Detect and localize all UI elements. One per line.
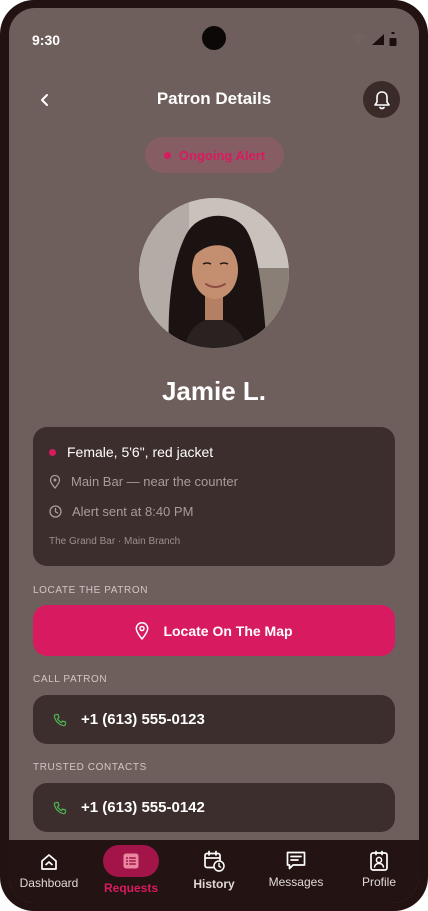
list-icon xyxy=(123,853,139,869)
nav-label-requests: Requests xyxy=(103,881,159,895)
status-icons xyxy=(351,32,397,46)
patron-name: Jamie L. xyxy=(161,376,267,406)
patron-phone: +1 (613) 555-0123 xyxy=(81,711,205,728)
alert-time: Alert sent at 8:40 PM xyxy=(72,504,194,519)
clock-icon xyxy=(49,505,62,518)
locate-button-label: Locate On The Map xyxy=(163,622,293,639)
alert-time-row: Alert sent at 8:40 PM xyxy=(49,504,193,519)
wifi-icon xyxy=(351,33,367,45)
nav-item-messages[interactable]: Messages xyxy=(263,849,329,889)
alert-status-label: Ongoing Alert xyxy=(178,147,266,163)
patron-location: Main Bar — near the counter xyxy=(71,474,238,489)
nav-item-requests[interactable]: Requests xyxy=(103,845,159,895)
signal-icon xyxy=(372,34,384,45)
phone-icon xyxy=(53,801,67,814)
nav-item-profile[interactable]: Profile xyxy=(353,849,405,889)
patron-avatar xyxy=(139,198,289,348)
calendar-clock-icon xyxy=(203,849,225,873)
battery-icon xyxy=(389,32,397,46)
bell-icon xyxy=(373,90,390,109)
alert-dot xyxy=(163,151,171,159)
locate-section-label: LOCATE THE PATRON xyxy=(33,585,149,596)
camera-cutout xyxy=(202,26,226,50)
status-time: 9:30 xyxy=(32,32,61,48)
trusted-section-label: TRUSTED CONTACTS xyxy=(33,762,147,773)
profile-card-icon xyxy=(368,849,390,873)
device-frame: 9:30 Patron Details Ongoing Alert Jamie … xyxy=(0,0,428,911)
location-row: Main Bar — near the counter xyxy=(49,474,238,489)
description-row: Female, 5'6", red jacket xyxy=(49,444,213,460)
nav-item-dashboard[interactable]: Dashboard xyxy=(17,850,81,890)
patron-description: Female, 5'6", red jacket xyxy=(67,444,214,460)
venue-label: The Grand Bar · Main Branch xyxy=(49,536,181,547)
patron-info-card: Female, 5'6", red jacket Main Bar — near… xyxy=(33,427,395,566)
nav-label-profile: Profile xyxy=(361,875,396,889)
app-screen: 9:30 Patron Details Ongoing Alert Jamie … xyxy=(9,8,419,903)
phone-icon xyxy=(53,713,67,726)
trusted-contact-phone: +1 (613) 555-0142 xyxy=(81,799,205,816)
alert-status-badge: Ongoing Alert xyxy=(145,137,284,173)
home-icon xyxy=(40,850,58,874)
locate-on-map-button[interactable]: Locate On The Map xyxy=(33,605,395,656)
description-dot xyxy=(49,448,56,456)
chat-icon xyxy=(285,849,307,873)
map-pin-icon xyxy=(135,621,149,640)
nav-label-dashboard: Dashboard xyxy=(19,876,79,890)
nav-active-indicator xyxy=(103,845,159,877)
notifications-button[interactable] xyxy=(363,81,400,118)
nav-label-messages: Messages xyxy=(268,875,324,889)
location-pin-icon xyxy=(49,474,61,489)
bottom-navigation: Dashboard Requests History Messages Prof… xyxy=(9,840,419,903)
call-patron-button[interactable]: +1 (613) 555-0123 xyxy=(33,695,395,744)
page-title: Patron Details xyxy=(156,89,272,108)
nav-item-history[interactable]: History xyxy=(185,849,243,891)
call-trusted-contact-button[interactable]: +1 (613) 555-0142 xyxy=(33,783,395,832)
patron-photo xyxy=(139,198,289,348)
call-section-label: CALL PATRON xyxy=(33,674,108,685)
nav-label-history: History xyxy=(193,877,235,891)
